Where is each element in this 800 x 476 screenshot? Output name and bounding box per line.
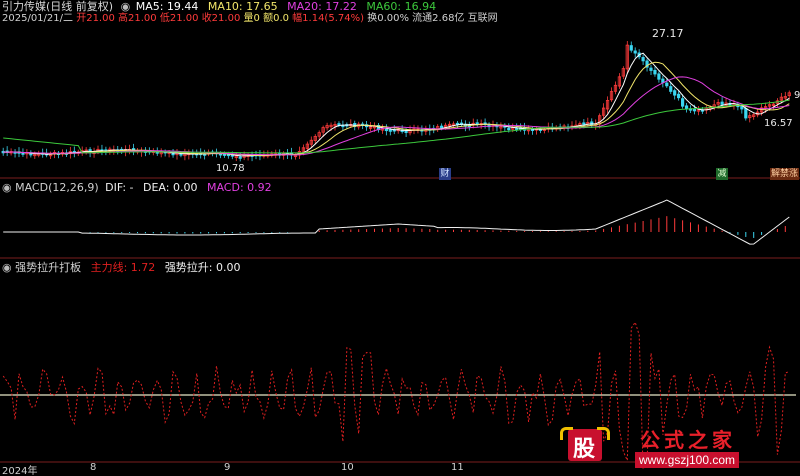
time-axis-label-sep: 9 [224,462,231,473]
main-force-value: 主力线: 1.72 [90,261,156,274]
macd-title[interactable]: MACD(12,26,9) [15,181,99,194]
price-candle [384,128,388,132]
price-candle [404,130,408,133]
price-candle [744,108,748,119]
chart-canvas[interactable] [0,0,800,476]
high-price-mark: 27.17 [652,27,684,40]
ma10-line [3,61,790,157]
macd-dif-line [3,199,790,245]
financial-report-badge[interactable]: 财 [439,168,451,180]
price-candle [681,98,685,107]
settings-icon[interactable]: ◉ [2,261,12,274]
price-candle [684,105,689,110]
settings-icon[interactable]: ◉ [2,181,12,194]
price-candle [388,129,392,132]
macd-value: MACD: 0.92 [206,181,272,194]
strong-rise-value: 强势拉升: 0.00 [164,261,241,274]
low-price-mark: 10.78 [216,163,245,174]
time-axis-label-nov: 11 [451,462,464,473]
price-candle [507,127,511,131]
price-candle [669,86,673,92]
price-candle [692,108,697,112]
right-price-mark: 16.57 [764,118,793,129]
macd-dif: DIF: - [105,181,134,194]
site-url[interactable]: www.gszj100.com [635,452,740,468]
price-candle [629,45,633,51]
time-axis-label-oct: 10 [341,462,354,473]
price-candle [677,93,681,99]
price-candle [657,73,661,80]
ma5-line [3,52,790,157]
price-candle [740,105,744,110]
indicator-title[interactable]: 强势拉升打板 [15,261,81,274]
price-candle [641,57,645,62]
price-candle [238,156,242,159]
indicator-header: ◉ 强势拉升打板 主力线: 1.72 强势拉升: 0.00 [2,261,241,275]
price-candle [582,122,586,125]
price-candle [633,50,637,54]
unlock-limit-up-badge[interactable]: 解禁涨 [770,168,800,180]
right-top-mark: 9 [794,90,800,101]
price-candle [720,101,724,105]
site-name: 公式之家 [640,428,736,452]
price-candle [337,123,341,126]
price-candle [649,67,653,71]
price-candle [665,82,669,87]
price-candle [673,90,677,96]
stock-chart-window: 引力传媒(日线 前复权) ◉ MA5: 19.44 MA10: 17.65 MA… [0,0,800,476]
macd-dea: DEA: 0.00 [143,181,198,194]
time-axis-label-aug: 8 [90,462,97,473]
price-candle [440,125,444,129]
share-reduction-badge[interactable]: 减 [716,168,728,180]
time-axis-label-year: 2024年 [2,466,38,476]
macd-header: ◉ MACD(12,26,9) DIF: - DEA: 0.00 MACD: 0… [2,181,272,195]
site-logo: 股 [560,425,610,465]
price-candle [653,69,657,75]
